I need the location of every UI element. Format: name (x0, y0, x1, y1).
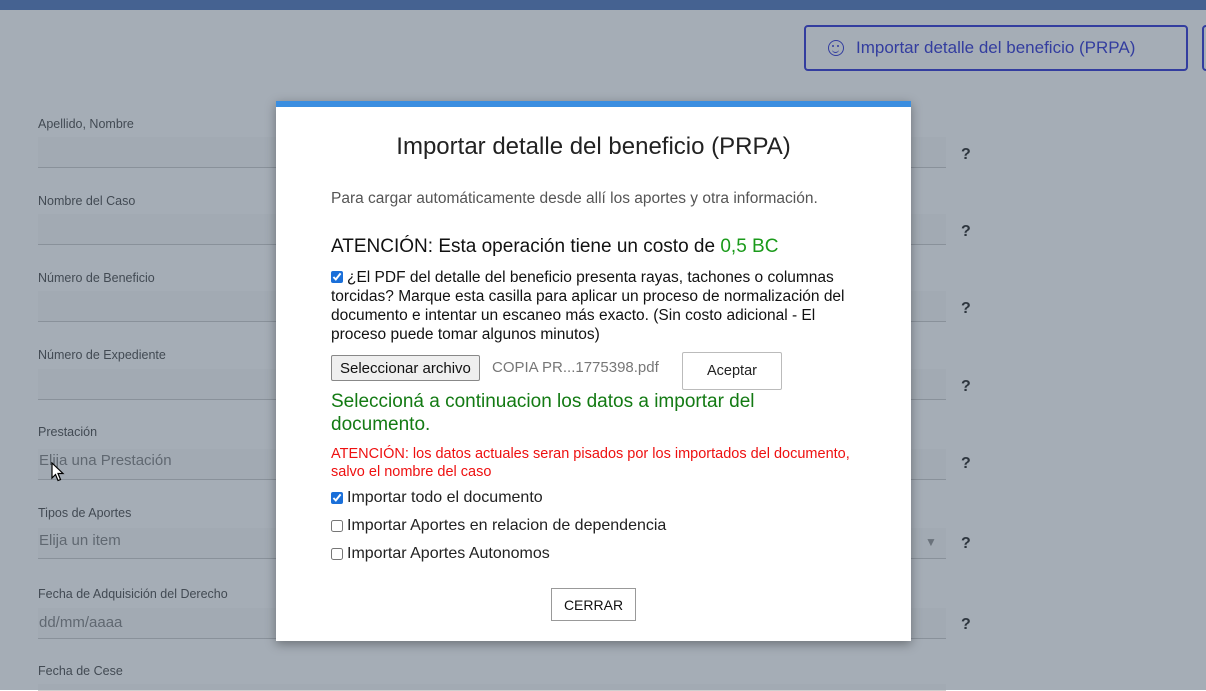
cost-warning-text: ATENCIÓN: Esta operación tiene un costo … (331, 236, 721, 257)
select-file-button[interactable]: Seleccionar archivo (331, 355, 480, 381)
modal-subtitle: Para cargar automáticamente desde allí l… (331, 190, 818, 207)
import-autonomos-label: Importar Aportes Autonomos (347, 545, 550, 562)
normalize-text: ¿El PDF del detalle del beneficio presen… (331, 269, 845, 343)
modal-title: Importar detalle del beneficio (PRPA) (396, 133, 791, 160)
cost-warning: ATENCIÓN: Esta operación tiene un costo … (331, 236, 778, 258)
normalize-checkbox[interactable] (331, 271, 343, 283)
import-dependencia-label: Importar Aportes en relacion de dependen… (347, 517, 667, 534)
import-autonomos-checkbox[interactable] (331, 548, 343, 560)
close-button[interactable]: CERRAR (551, 588, 636, 621)
selected-file-name: COPIA PR...1775398.pdf (492, 359, 659, 376)
select-data-prompt: Seleccioná a continuacion los datos a im… (331, 391, 755, 435)
accept-button[interactable]: Aceptar (682, 352, 782, 390)
import-all-checkbox[interactable] (331, 492, 343, 504)
option-import-all[interactable]: Importar todo el documento (331, 489, 543, 507)
import-all-label: Importar todo el documento (347, 489, 543, 506)
normalize-option: ¿El PDF del detalle del beneficio presen… (331, 268, 866, 344)
option-import-autonomos[interactable]: Importar Aportes Autonomos (331, 545, 550, 563)
import-dependencia-checkbox[interactable] (331, 520, 343, 532)
overwrite-warning: ATENCIÓN: los datos actuales seran pisad… (331, 446, 850, 480)
import-modal: Importar detalle del beneficio (PRPA) Pa… (276, 101, 911, 641)
option-import-dependencia[interactable]: Importar Aportes en relacion de dependen… (331, 517, 666, 535)
cost-value: 0,5 BC (720, 236, 779, 257)
mouse-cursor-icon (51, 462, 65, 482)
